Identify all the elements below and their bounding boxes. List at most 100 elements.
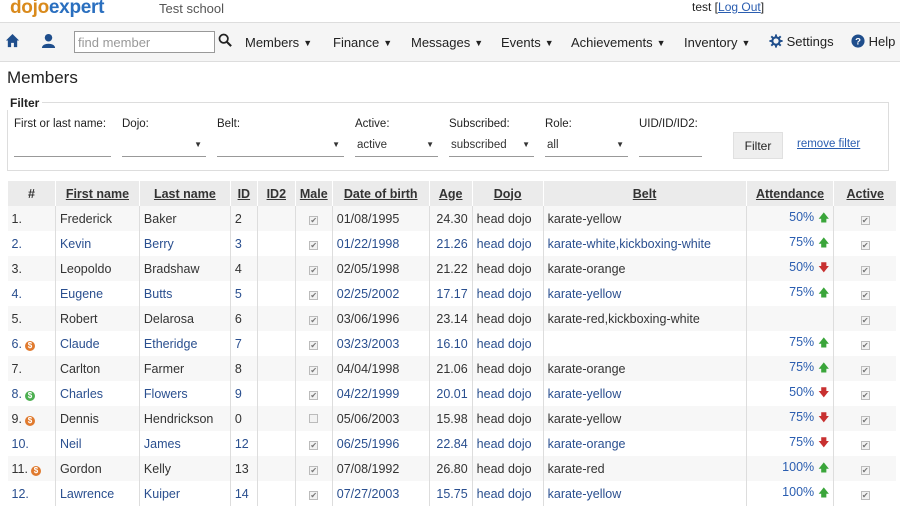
table-row[interactable]: 10. Neil James 12 ✔ 06/25/1996 22.84 head dojo k… (7, 431, 896, 456)
belt-cell: karate-orange (542, 431, 747, 456)
male-checkbox: ✔ (309, 490, 319, 500)
table-row[interactable]: 11. $ Gordon Kelly 13 ✔ 07/08/1992 26.80 head do… (7, 456, 896, 481)
col-header-attendance[interactable]: Attendance (745, 181, 834, 206)
col-header-belt[interactable]: Belt (542, 181, 747, 206)
table-row[interactable]: 8. $ Charles Flowers 9 ✔ 04/22/1999 20.01 head d… (7, 381, 896, 406)
table-row[interactable]: 6. $ Claude Etheridge 7 ✔ 03/23/2003 16.10 head … (7, 331, 896, 356)
trend-down-icon: 🡇 (818, 262, 830, 274)
chevron-down-icon: ▼ (656, 38, 666, 48)
active-checkbox: ✔ (860, 290, 870, 300)
dojo-cell: head dojo (471, 381, 544, 406)
payment-badge-icon: $ (24, 415, 35, 426)
dob-cell: 07/08/1992 (331, 456, 430, 481)
last-name-cell[interactable]: Flowers (138, 381, 231, 406)
dojo-cell: head dojo (471, 281, 544, 306)
male-checkbox: ✔ (309, 340, 319, 350)
page-title: Members (7, 68, 78, 87)
uid-filter-input[interactable] (639, 136, 702, 157)
home-icon[interactable] (5, 33, 20, 51)
logo-part2: expert (48, 0, 105, 18)
menu-inventory[interactable]: Inventory ▼ (684, 35, 750, 50)
first-name-cell[interactable]: Robert (54, 306, 140, 331)
active-filter-select[interactable]: active ▼ (355, 136, 438, 157)
first-name-cell[interactable]: Lawrence (54, 481, 140, 506)
male-cell (294, 406, 333, 431)
col-header-dojo[interactable]: Dojo (471, 181, 544, 206)
row-number: 4. (7, 281, 56, 306)
last-name-cell[interactable]: Bradshaw (138, 256, 231, 281)
id2-cell (256, 481, 296, 506)
id-cell: 2 (229, 206, 258, 231)
id2-cell (256, 356, 296, 381)
trend-up-icon: 🡅 (818, 487, 830, 499)
dojo-filter-select[interactable]: ▼ (122, 136, 206, 157)
first-name-cell[interactable]: Claude (54, 331, 140, 356)
col-header-age[interactable]: Age (428, 181, 473, 206)
last-name-cell[interactable]: Hendrickson (138, 406, 231, 431)
subscribed-filter-select[interactable]: subscribed ▼ (449, 136, 534, 157)
first-name-cell[interactable]: Gordon (54, 456, 140, 481)
search-icon[interactable] (218, 33, 232, 50)
table-row[interactable]: 3. Leopoldo Bradshaw 4 ✔ 02/05/1998 21.22 head … (7, 256, 896, 281)
menu-help[interactable]: ? Help (851, 34, 895, 49)
menu-messages[interactable]: Messages ▼ (411, 35, 483, 50)
school-name: Test school (159, 1, 225, 16)
col-header-active[interactable]: Active (833, 181, 896, 206)
age-cell: 21.22 (428, 256, 473, 281)
col-header-dob[interactable]: Date of birth (331, 181, 430, 206)
dojo-cell: head dojo (471, 256, 544, 281)
first-name-cell[interactable]: Neil (54, 431, 140, 456)
table-row[interactable]: 2. Kevin Berry 3 ✔ 01/22/1998 21.26 head dojo ka… (7, 231, 896, 256)
last-name-cell[interactable]: Farmer (138, 356, 231, 381)
dojoexpert-logo[interactable]: dojoexpert (10, 0, 104, 19)
trend-down-icon: 🡇 (818, 412, 830, 424)
uid-filter-label: UID/ID/ID2: (639, 118, 698, 130)
first-name-cell[interactable]: Charles (54, 381, 140, 406)
col-header-last-name[interactable]: Last name (138, 181, 231, 206)
last-name-cell[interactable]: James (138, 431, 231, 456)
last-name-cell[interactable]: Delarosa (138, 306, 231, 331)
row-number: 3. (7, 256, 56, 281)
table-row[interactable]: 12. Lawrence Kuiper 14 ✔ 07/27/2003 15.75 head … (7, 481, 896, 506)
last-name-cell[interactable]: Kuiper (138, 481, 231, 506)
table-row[interactable]: 9. $ Dennis Hendrickson 0 05/06/2003 15.98 head… (7, 406, 896, 431)
id-cell: 4 (229, 256, 258, 281)
logout-link[interactable]: Log Out (718, 0, 761, 14)
menu-finance[interactable]: Finance ▼ (333, 35, 392, 50)
first-name-cell[interactable]: Leopoldo (54, 256, 140, 281)
find-member-input[interactable] (74, 31, 215, 53)
id-cell: 8 (229, 356, 258, 381)
active-checkbox: ✔ (860, 390, 870, 400)
row-number: 10. (7, 431, 56, 456)
gear-icon (769, 34, 783, 48)
col-header-id2[interactable]: ID2 (256, 181, 296, 206)
first-name-cell[interactable]: Carlton (54, 356, 140, 381)
table-row[interactable]: 1. Frederick Baker 2 ✔ 01/08/1995 24.30 head do… (7, 206, 896, 231)
col-header-first-name[interactable]: First name (54, 181, 140, 206)
col-header-male[interactable]: Male (294, 181, 333, 206)
first-name-cell[interactable]: Eugene (54, 281, 140, 306)
filter-button[interactable]: Filter (733, 132, 783, 159)
role-filter-select[interactable]: all ▼ (545, 136, 628, 157)
first-name-cell[interactable]: Dennis (54, 406, 140, 431)
table-row[interactable]: 7. Carlton Farmer 8 ✔ 04/04/1998 21.06 head doj… (7, 356, 896, 381)
last-name-cell[interactable]: Baker (138, 206, 231, 231)
remove-filter-link[interactable]: remove filter (797, 138, 860, 150)
user-icon[interactable] (41, 33, 56, 51)
last-name-cell[interactable]: Kelly (138, 456, 231, 481)
last-name-cell[interactable]: Etheridge (138, 331, 231, 356)
menu-events[interactable]: Events ▼ (501, 35, 554, 50)
id-cell: 6 (229, 306, 258, 331)
belt-filter-select[interactable]: ▼ (217, 136, 344, 157)
table-row[interactable]: 4. Eugene Butts 5 ✔ 02/25/2002 17.17 head dojo k… (7, 281, 896, 306)
menu-settings[interactable]: Settings (769, 34, 834, 49)
last-name-cell[interactable]: Butts (138, 281, 231, 306)
last-name-cell[interactable]: Berry (138, 231, 231, 256)
table-row[interactable]: 5. Robert Delarosa 6 ✔ 03/06/1996 23.14 head do… (7, 306, 896, 331)
name-filter-input[interactable] (14, 136, 111, 157)
first-name-cell[interactable]: Frederick (54, 206, 140, 231)
menu-members[interactable]: Members ▼ (245, 35, 312, 50)
col-header-id[interactable]: ID (229, 181, 258, 206)
first-name-cell[interactable]: Kevin (54, 231, 140, 256)
menu-achievements[interactable]: Achievements ▼ (571, 35, 666, 50)
